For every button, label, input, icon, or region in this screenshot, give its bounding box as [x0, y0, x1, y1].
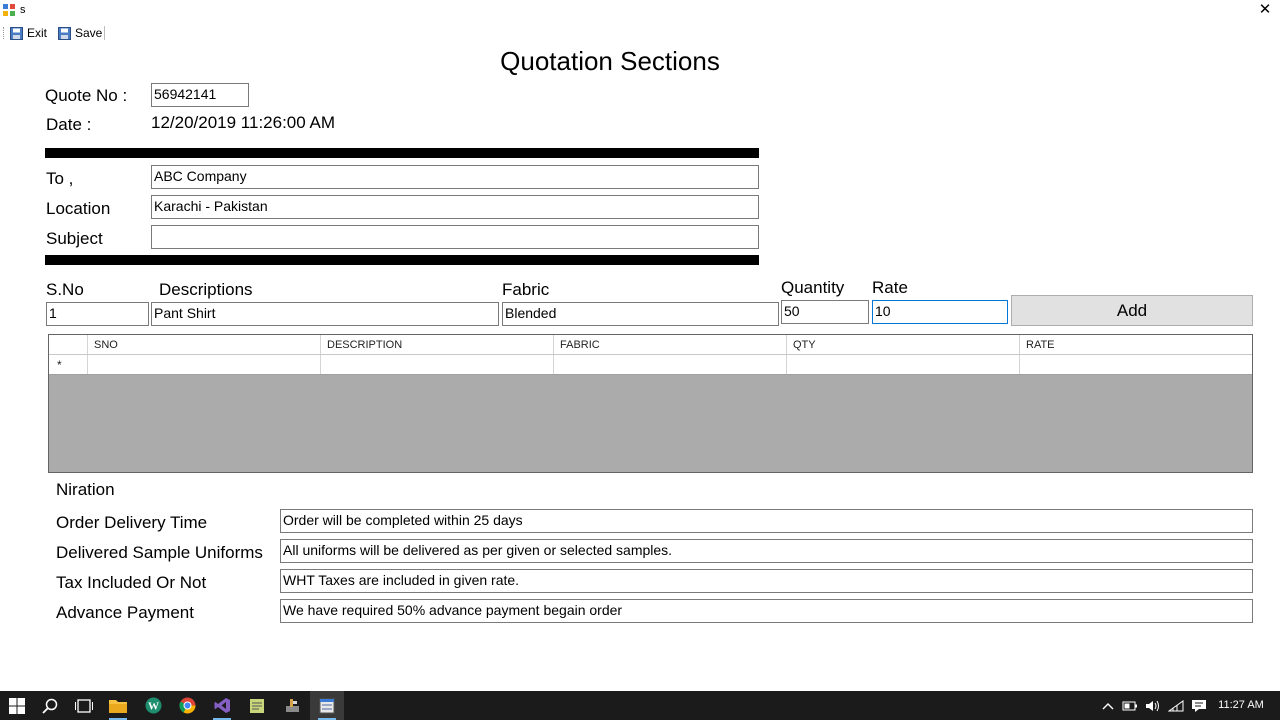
- date-label: Date :: [46, 115, 92, 134]
- close-icon: ✕: [1258, 1, 1272, 18]
- search-button[interactable]: [33, 691, 67, 720]
- save-icon: [58, 26, 71, 40]
- grid-cell[interactable]: [321, 355, 554, 374]
- samples-label: Delivered Sample Uniforms: [56, 543, 263, 562]
- rate-label: Rate: [872, 278, 908, 297]
- divider-bottom: [45, 255, 759, 265]
- advance-input[interactable]: We have required 50% advance payment beg…: [280, 599, 1253, 623]
- toolbar: [0, 22, 1280, 44]
- visual-studio-icon: [214, 698, 230, 713]
- date-value: 12/20/2019 11:26:00 AM: [151, 113, 336, 132]
- location-label: Location: [46, 199, 111, 218]
- subject-input[interactable]: [151, 225, 759, 249]
- advance-label: Advance Payment: [56, 603, 194, 622]
- location-input[interactable]: Karachi - Pakistan: [151, 195, 759, 219]
- taskbar-quotation-app[interactable]: [310, 691, 344, 720]
- taskbar-tool-app[interactable]: [275, 691, 309, 720]
- grid-cell[interactable]: [787, 355, 1020, 374]
- search-icon: [42, 698, 58, 714]
- tray-notifications[interactable]: [1188, 691, 1210, 720]
- folder-icon: [109, 700, 127, 713]
- form-app-icon: [319, 698, 335, 713]
- window-title: s: [20, 4, 26, 16]
- tray-volume[interactable]: [1142, 691, 1164, 720]
- fabric-label: Fabric: [502, 280, 550, 299]
- chrome-icon: [178, 697, 195, 714]
- quantity-label: Quantity: [781, 278, 845, 297]
- toolbar-grip: [3, 27, 6, 39]
- chevron-up-icon: [1102, 702, 1114, 709]
- rate-input[interactable]: 10: [872, 300, 1008, 324]
- to-label: To ,: [46, 169, 74, 188]
- save-label: Save: [75, 26, 103, 40]
- to-input[interactable]: ABC Company: [151, 165, 759, 189]
- taskbar-chrome[interactable]: [170, 691, 204, 720]
- tax-label: Tax Included Or Not: [56, 573, 207, 592]
- grid-header: SNO DESCRIPTION FABRIC QTY RATE: [49, 335, 1252, 355]
- quote-no-label: Quote No :: [45, 86, 128, 105]
- taskbar-visual-studio[interactable]: [205, 691, 239, 720]
- grid-cell[interactable]: [554, 355, 787, 374]
- grid-column-rate[interactable]: RATE: [1020, 335, 1252, 354]
- save-button[interactable]: Save: [58, 24, 102, 42]
- quote-no-input[interactable]: 56942141: [151, 83, 249, 107]
- exit-label: Exit: [27, 26, 48, 40]
- grid-new-row-marker: *: [49, 355, 88, 374]
- grid-row-header-corner: [49, 335, 88, 354]
- taskbar-file-explorer[interactable]: [101, 691, 135, 720]
- taskbar: W 11:27 AM: [0, 691, 1280, 720]
- task-view-icon: [75, 698, 93, 713]
- sno-label: S.No: [46, 280, 84, 299]
- exit-button[interactable]: Exit: [10, 24, 47, 42]
- action-center-icon: [1192, 699, 1206, 712]
- windows-icon: [9, 697, 25, 714]
- task-view-button[interactable]: [67, 691, 101, 720]
- quantity-input[interactable]: 50: [781, 300, 869, 324]
- sno-input[interactable]: 1: [46, 302, 149, 326]
- tray-network[interactable]: [1165, 691, 1187, 720]
- toolbar-separator: [104, 26, 105, 40]
- descriptions-input[interactable]: Pant Shirt: [151, 302, 499, 326]
- delivery-label: Order Delivery Time: [56, 513, 208, 532]
- close-button[interactable]: ✕: [1254, 0, 1276, 20]
- grid-column-qty[interactable]: QTY: [787, 335, 1020, 354]
- add-button[interactable]: Add: [1011, 295, 1253, 326]
- grid-column-sno[interactable]: SNO: [88, 335, 321, 354]
- start-button[interactable]: [0, 691, 34, 720]
- tools-icon: [285, 699, 299, 712]
- subject-label: Subject: [46, 229, 103, 248]
- divider-top: [45, 148, 759, 158]
- wordpress-icon: W: [145, 697, 161, 714]
- volume-icon: [1146, 700, 1159, 711]
- grid-cell[interactable]: [1020, 355, 1252, 374]
- svg-text:W: W: [148, 701, 159, 713]
- grid-column-description[interactable]: DESCRIPTION: [321, 335, 554, 354]
- taskbar-wordpress[interactable]: W: [136, 691, 170, 720]
- wifi-icon: [1168, 699, 1184, 711]
- notepad-icon: [250, 698, 264, 713]
- grid-cell[interactable]: [88, 355, 321, 374]
- items-grid[interactable]: SNO DESCRIPTION FABRIC QTY RATE *: [48, 334, 1253, 473]
- taskbar-notepad[interactable]: [240, 691, 274, 720]
- taskbar-clock[interactable]: 11:27 AM: [1212, 691, 1270, 720]
- form-title: Quotation Sections: [500, 46, 720, 76]
- grid-new-row[interactable]: *: [49, 355, 1252, 375]
- tray-overflow[interactable]: [1097, 691, 1119, 720]
- fabric-input[interactable]: Blended: [502, 302, 779, 326]
- exit-icon: [10, 26, 23, 40]
- app-icon: [3, 4, 15, 16]
- title-bar: [0, 0, 1280, 22]
- battery-icon: [1122, 701, 1137, 710]
- samples-input[interactable]: All uniforms will be delivered as per gi…: [280, 539, 1253, 563]
- delivery-input[interactable]: Order will be completed within 25 days: [280, 509, 1253, 533]
- tax-input[interactable]: WHT Taxes are included in given rate.: [280, 569, 1253, 593]
- grid-column-fabric[interactable]: FABRIC: [554, 335, 787, 354]
- descriptions-label: Descriptions: [159, 280, 253, 299]
- tray-battery[interactable]: [1119, 691, 1141, 720]
- niration-heading: Niration: [56, 480, 115, 499]
